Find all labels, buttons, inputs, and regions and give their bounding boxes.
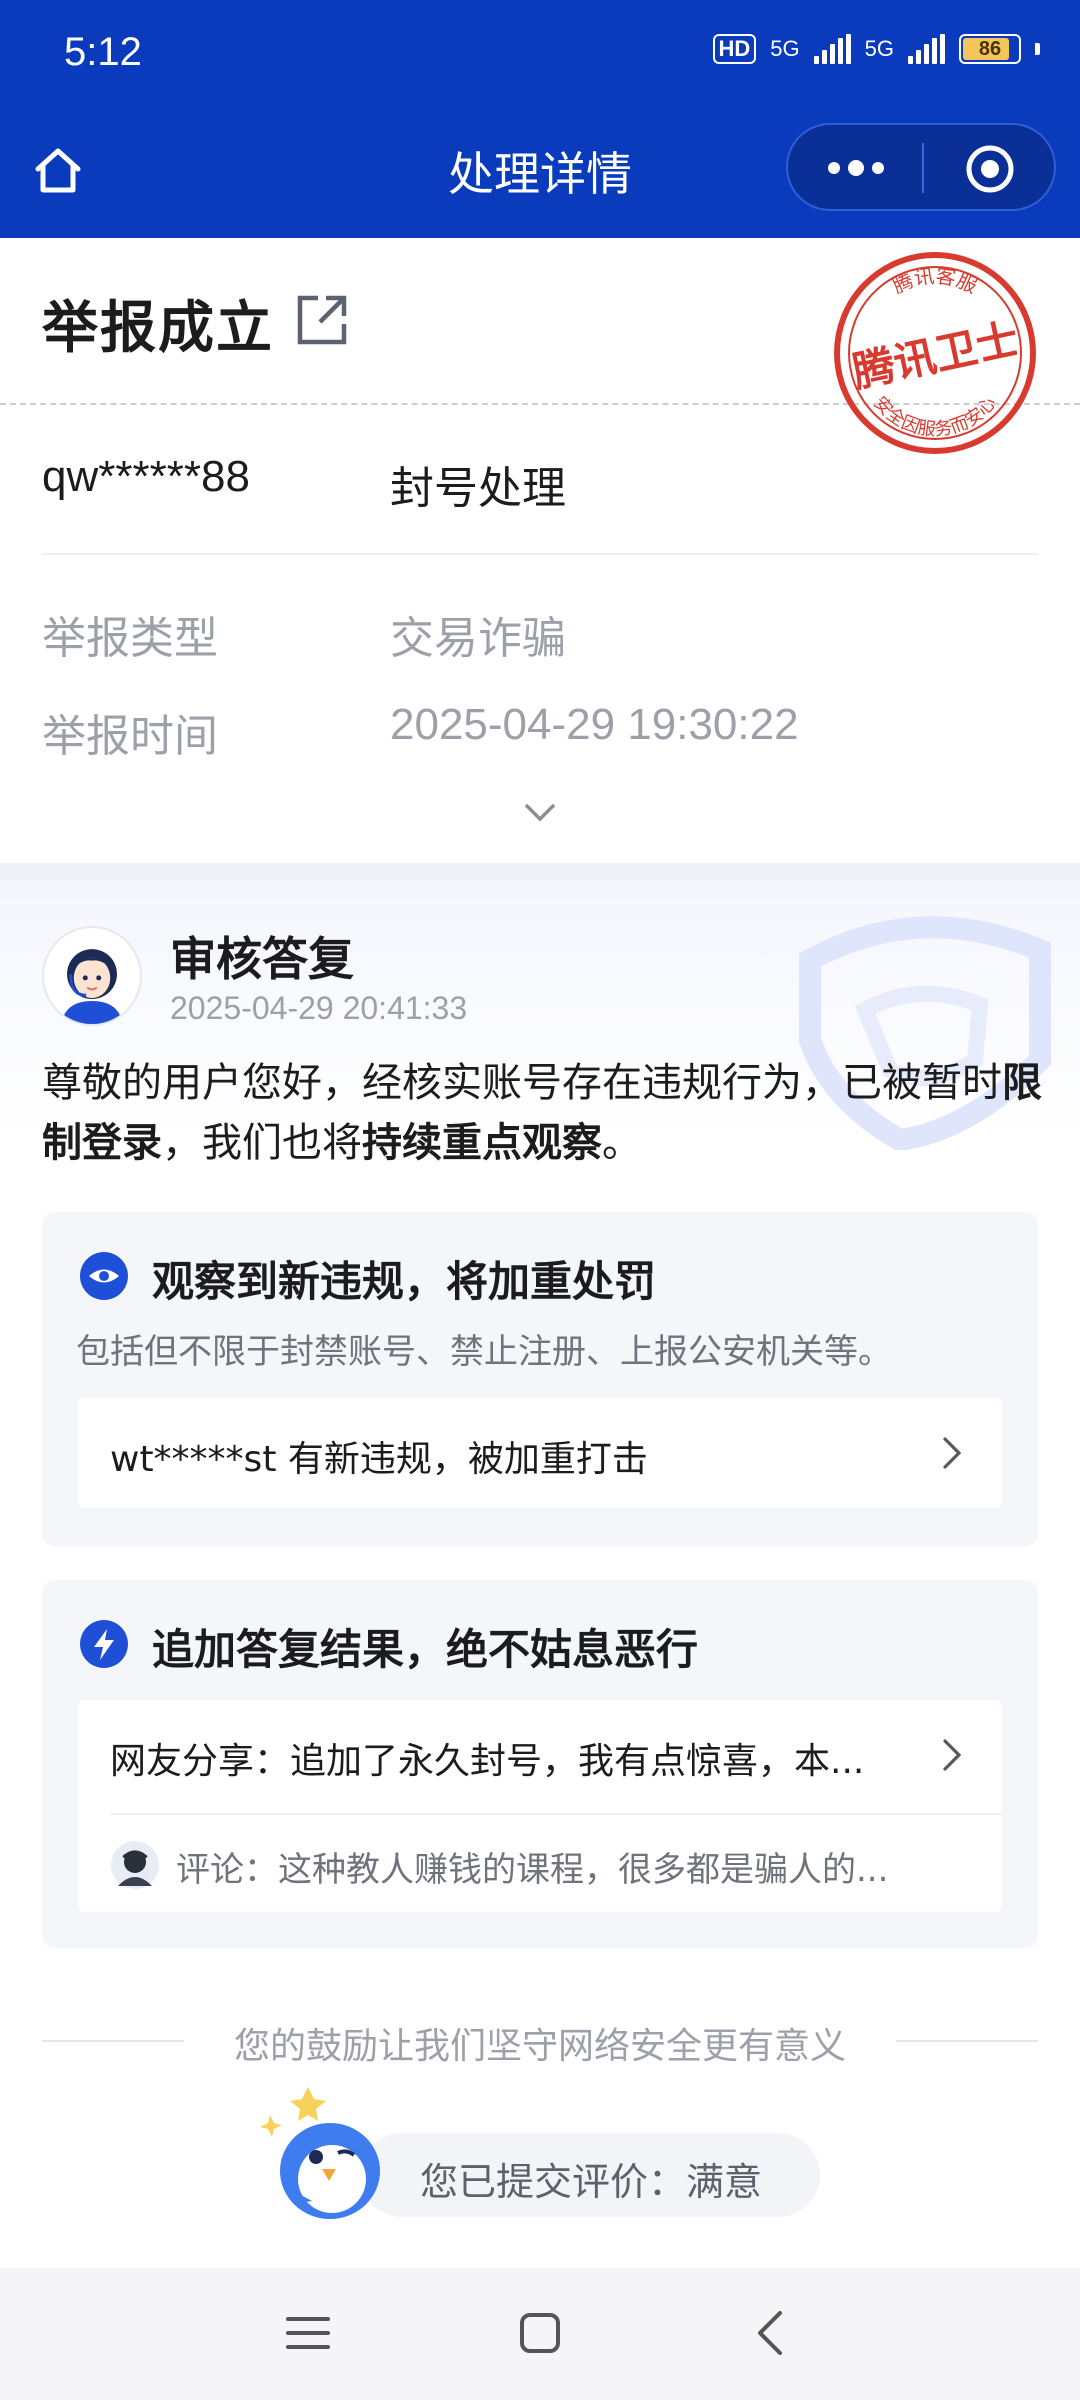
more-icon[interactable] bbox=[826, 153, 886, 183]
section-gap bbox=[0, 863, 1080, 881]
message-text: ，我们也将 bbox=[162, 1120, 362, 1166]
chevron-right-icon bbox=[943, 1739, 962, 1771]
mini-program-capsule bbox=[786, 123, 1056, 211]
external-link-icon[interactable] bbox=[292, 290, 352, 350]
share-text: 网友分享：追加了永久封号，我有点惊喜，本... bbox=[110, 1741, 865, 1782]
violation-item-text: wt*****st 有新违规，被加重打击 bbox=[110, 1439, 648, 1480]
support-agent-avatar bbox=[42, 926, 142, 1026]
close-target-icon[interactable] bbox=[964, 143, 1016, 195]
observe-title: 观察到新违规，将加重处罚 bbox=[152, 1257, 657, 1306]
menu-icon[interactable] bbox=[278, 2303, 338, 2363]
report-type-label: 举报类型 bbox=[42, 613, 218, 664]
rating-text: 您已提交评价：满意 bbox=[420, 2160, 763, 2204]
signal-icon bbox=[908, 34, 945, 64]
action-taken: 封号处理 bbox=[390, 463, 566, 514]
network-label-1: 5G bbox=[770, 36, 800, 61]
lightning-icon bbox=[80, 1620, 128, 1668]
report-type-value: 交易诈骗 bbox=[390, 613, 566, 664]
seal-bottom-text: 安全因服务而安心 bbox=[869, 393, 1000, 441]
message-text: 尊敬的用户您好，经核实账号存在违规行为，已被暂时 bbox=[42, 1060, 1002, 1106]
back-icon[interactable] bbox=[742, 2303, 802, 2363]
status-time: 5:12 bbox=[64, 30, 142, 74]
share-card[interactable]: 网友分享：追加了永久封号，我有点惊喜，本... 评论：这种教人赚钱的课程，很多都… bbox=[78, 1700, 1002, 1912]
report-time-label: 举报时间 bbox=[42, 711, 218, 762]
message-text: 。 bbox=[602, 1120, 642, 1166]
chevron-down-icon[interactable] bbox=[522, 795, 558, 831]
seal-top-text: 腾讯客服 bbox=[889, 263, 981, 298]
battery-tip bbox=[1035, 43, 1040, 55]
review-message: 尊敬的用户您好，经核实账号存在违规行为，已被暂时限制登录，我们也将持续重点观察。 bbox=[42, 1053, 1042, 1173]
report-time-value: 2025-04-29 19:30:22 bbox=[390, 700, 799, 749]
append-title: 追加答复结果，绝不姑息恶行 bbox=[152, 1625, 699, 1674]
signal-icon bbox=[813, 34, 851, 64]
hd-badge: HD bbox=[712, 34, 757, 64]
svg-text:安全因服务而安心: 安全因服务而安心 bbox=[869, 393, 1000, 441]
divider bbox=[42, 553, 1038, 555]
comment-text: 评论：这种教人赚钱的课程，很多都是骗人的... bbox=[176, 1850, 889, 1890]
tencent-guard-seal: 腾讯客服 安全因服务而安心 腾讯卫士 bbox=[834, 252, 1036, 454]
observe-panel: 观察到新违规，将加重处罚 包括但不限于封禁账号、禁止注册、上报公安机关等。 wt… bbox=[42, 1212, 1038, 1546]
battery-icon: 86 bbox=[959, 34, 1021, 64]
reported-account: qw******88 bbox=[42, 452, 250, 501]
violation-item[interactable]: wt*****st 有新违规，被加重打击 bbox=[78, 1398, 1002, 1508]
home-square-icon[interactable] bbox=[510, 2303, 570, 2363]
observe-subtitle: 包括但不限于封禁账号、禁止注册、上报公安机关等。 bbox=[76, 1332, 892, 1372]
message-emphasis: 持续重点观察 bbox=[362, 1120, 602, 1166]
divider bbox=[110, 1813, 1002, 1815]
agent-icon bbox=[61, 949, 123, 1024]
capsule-divider bbox=[922, 143, 924, 193]
review-title: 审核答复 bbox=[170, 932, 354, 986]
battery-level: 86 bbox=[978, 38, 1002, 60]
report-status-title: 举报成立 bbox=[42, 296, 274, 361]
network-label-2: 5G bbox=[864, 36, 894, 61]
review-time: 2025-04-29 20:41:33 bbox=[170, 990, 468, 1026]
chevron-right-icon bbox=[943, 1437, 962, 1469]
status-indicators: HD 5G 5G 86 bbox=[712, 34, 1040, 64]
eye-icon bbox=[80, 1252, 128, 1300]
svg-text:腾讯客服: 腾讯客服 bbox=[889, 263, 981, 298]
encouragement-text: 您的鼓励让我们坚守网络安全更有意义 bbox=[233, 2026, 846, 2067]
seal-main-text: 腾讯卫士 bbox=[848, 314, 1023, 397]
append-panel: 追加答复结果，绝不姑息恶行 网友分享：追加了永久封号，我有点惊喜，本... 评论… bbox=[42, 1580, 1038, 1948]
commenter-avatar-icon bbox=[111, 1841, 159, 1889]
penguin-mascot-icon bbox=[260, 2087, 380, 2219]
